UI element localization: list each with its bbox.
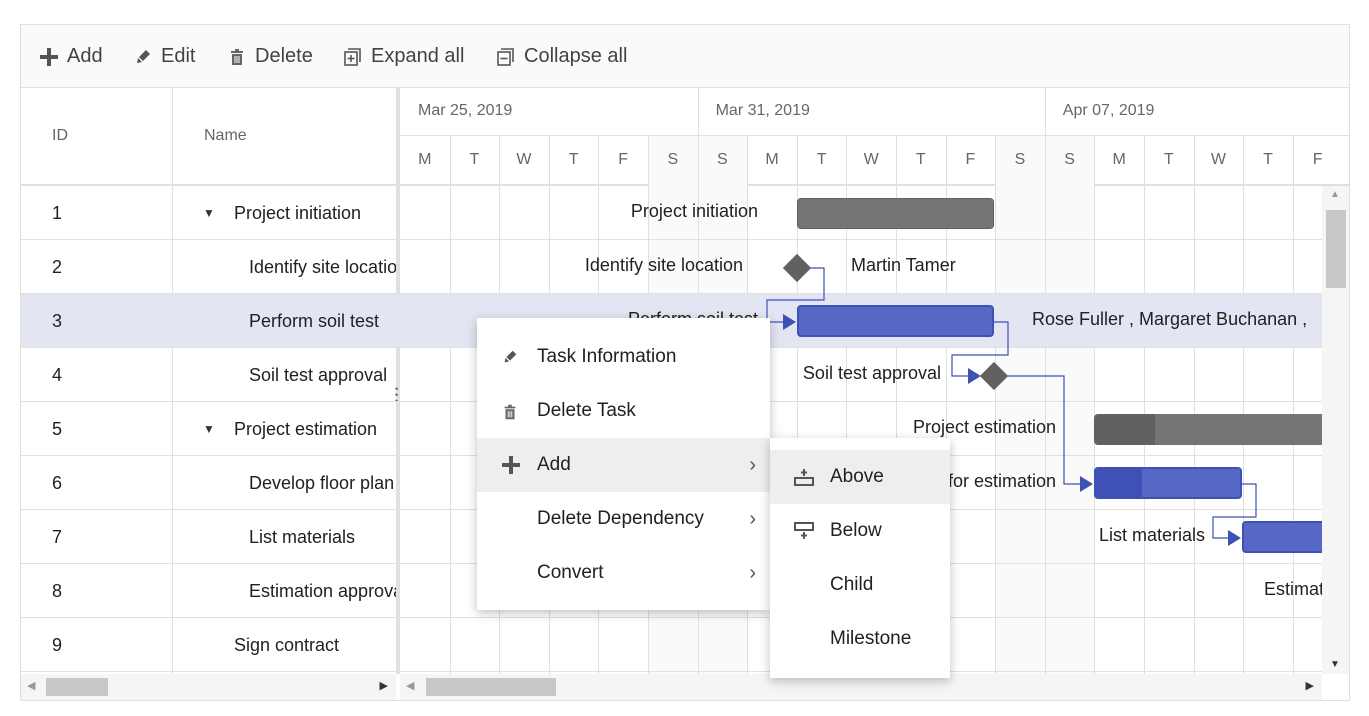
scroll-thumb[interactable] (46, 678, 108, 696)
connector-arrow-icon (1228, 530, 1241, 546)
task-bar[interactable] (797, 305, 994, 337)
pencil-icon (504, 350, 517, 363)
menu-item-label: Delete Task (537, 400, 636, 421)
task-label: Rose Fuller , Margaret Buchanan , (1032, 309, 1308, 329)
add-submenu: Above Below Child Milestone (770, 438, 950, 678)
scroll-left-icon[interactable]: ◀ (406, 679, 414, 692)
menu-item-label: Convert (537, 562, 604, 583)
task-label: Project estimation (912, 417, 1056, 437)
task-label: Soil test approval (802, 363, 941, 383)
menu-item-convert[interactable]: Convert › (477, 546, 770, 600)
connector-arrow-icon (783, 314, 796, 330)
menu-item-delete-task[interactable]: Delete Task (477, 384, 770, 438)
connector-arrow-icon (1080, 476, 1093, 492)
menu-item-delete-dependency[interactable]: Delete Dependency › (477, 492, 770, 546)
task-label: Project initiation (630, 201, 758, 221)
trash-icon (504, 404, 516, 420)
task-bar[interactable] (1242, 521, 1322, 553)
plus-icon (502, 456, 520, 474)
grid-horizontal-scrollbar[interactable]: ◀ ▶ (21, 674, 396, 700)
menu-item-label: Task Information (537, 346, 677, 367)
scroll-right-icon[interactable]: ▶ (380, 679, 388, 692)
submenu-item-child[interactable]: Child (770, 558, 950, 612)
menu-item-label: Add (537, 454, 571, 475)
menu-item-add[interactable]: Add › (477, 438, 770, 492)
task-label: List materials (1098, 525, 1205, 545)
chevron-right-icon: › (749, 454, 756, 476)
task-label: Martin Tamer (851, 255, 956, 275)
menu-item-task-information[interactable]: Task Information (477, 330, 770, 384)
scroll-down-icon[interactable]: ▼ (1330, 659, 1340, 670)
submenu-item-milestone[interactable]: Milestone (770, 612, 950, 666)
submenu-item-label: Child (830, 574, 874, 595)
scroll-up-icon[interactable]: ▲ (1330, 189, 1340, 200)
add-above-icon (794, 469, 814, 486)
task-bar[interactable] (1094, 467, 1242, 499)
vertical-scrollbar[interactable]: ▲ ▼ (1322, 186, 1349, 674)
chevron-right-icon: › (749, 508, 756, 530)
add-below-icon (794, 522, 814, 539)
submenu-item-label: Below (830, 520, 882, 541)
scroll-thumb[interactable] (426, 678, 556, 696)
parent-task-bar[interactable] (1094, 414, 1322, 445)
chevron-right-icon: › (749, 562, 756, 584)
task-label: Estimation approval (1264, 579, 1322, 599)
menu-item-label: Delete Dependency (537, 508, 704, 529)
scroll-left-icon[interactable]: ◀ (27, 679, 35, 692)
submenu-item-label: Milestone (830, 628, 912, 649)
parent-task-bar[interactable] (797, 198, 994, 229)
submenu-item-above[interactable]: Above (770, 450, 950, 504)
submenu-item-below[interactable]: Below (770, 504, 950, 558)
scroll-thumb[interactable] (1326, 210, 1346, 288)
context-menu: Task Information Delete Task Add › Delete… (477, 318, 770, 610)
task-label: Identify site location (584, 255, 743, 275)
scroll-right-icon[interactable]: ▶ (1306, 679, 1314, 692)
submenu-item-label: Above (830, 466, 884, 487)
